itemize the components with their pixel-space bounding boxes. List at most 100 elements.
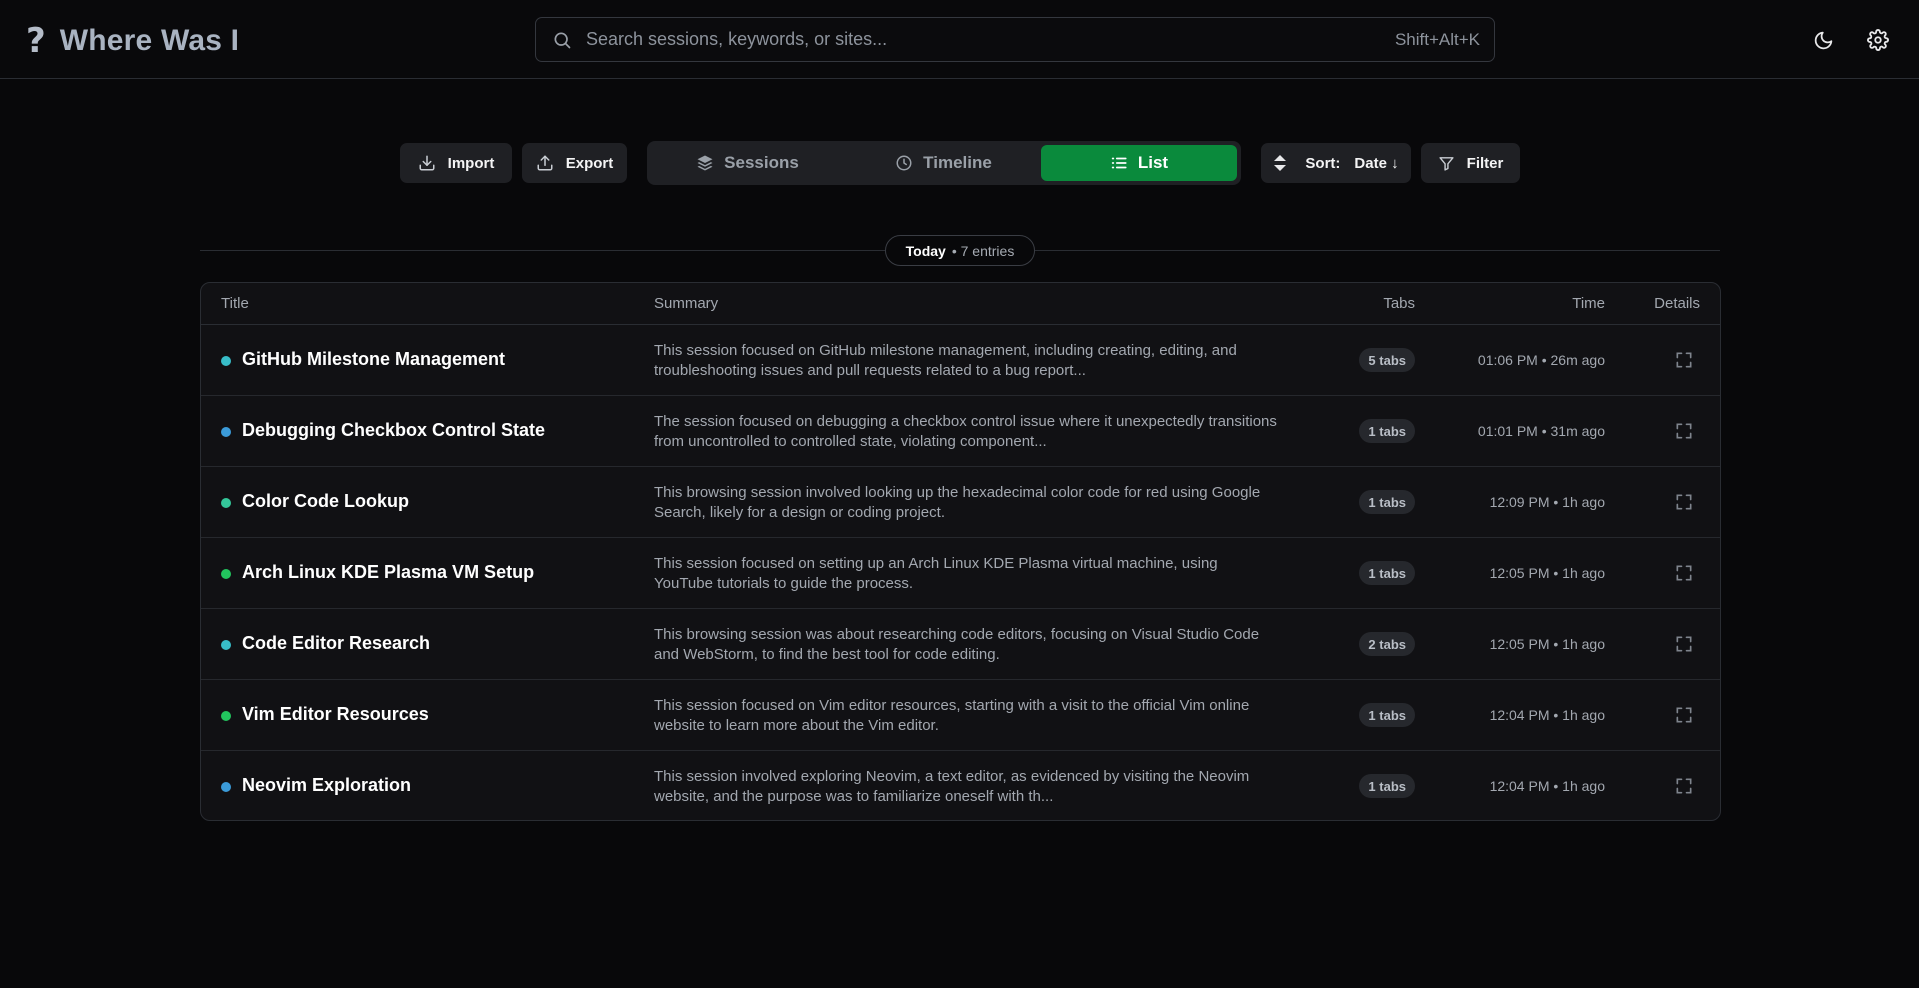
view-tab-list[interactable]: List (1041, 145, 1237, 181)
table-row[interactable]: Vim Editor Resources This session focuse… (201, 680, 1720, 751)
sort-button[interactable]: Sort: Date ↓ (1261, 143, 1411, 183)
column-tabs: Tabs (1383, 295, 1415, 312)
gear-icon (1867, 29, 1889, 51)
session-summary: This browsing session was about research… (654, 626, 1260, 663)
column-summary: Summary (654, 295, 719, 312)
sort-label: Sort: (1305, 154, 1341, 172)
view-tab-timeline[interactable]: Timeline (847, 145, 1040, 181)
app-header: ? Where Was I Shift+Alt+K (0, 0, 1919, 79)
theme-toggle-button[interactable] (1808, 25, 1838, 55)
import-button[interactable]: Import (400, 143, 512, 183)
filter-icon (1439, 156, 1454, 171)
expand-icon (1676, 778, 1692, 794)
session-color-dot (221, 498, 231, 508)
clock-icon (896, 155, 912, 171)
import-label: Import (447, 154, 495, 172)
expand-icon (1676, 707, 1692, 723)
table-header: Title Summary Tabs Time Details (201, 283, 1720, 325)
view-switcher: Sessions Timeline List (647, 141, 1241, 185)
export-button[interactable]: Export (522, 143, 627, 183)
session-time: 01:06 PM • 26m ago (1477, 352, 1605, 368)
expand-icon (1676, 352, 1692, 368)
view-tab-label: Timeline (923, 153, 992, 172)
session-color-dot (221, 356, 231, 366)
table-row[interactable]: Neovim Exploration This session involved… (201, 751, 1720, 820)
table-row[interactable]: GitHub Milestone Management This session… (201, 325, 1720, 396)
layers-icon (697, 155, 713, 171)
expand-icon (1676, 423, 1692, 439)
tabs-count-badge: 2 tabs (1359, 632, 1415, 656)
app-title: Where Was I (59, 24, 240, 57)
view-tab-label: Sessions (724, 153, 799, 172)
session-time: 12:05 PM • 1h ago (1489, 636, 1605, 652)
session-title[interactable]: Debugging Checkbox Control State (242, 420, 545, 441)
column-title: Title (221, 295, 249, 312)
session-summary: This session focused on setting up an Ar… (654, 555, 1218, 592)
tabs-count-badge: 1 tabs (1359, 419, 1415, 443)
session-time: 01:01 PM • 31m ago (1477, 423, 1605, 439)
session-summary: This browsing session involved looking u… (654, 484, 1261, 521)
session-time: 12:05 PM • 1h ago (1489, 565, 1605, 581)
settings-button[interactable] (1863, 25, 1893, 55)
expand-icon (1676, 494, 1692, 510)
session-color-dot (221, 711, 231, 721)
session-color-dot (221, 427, 231, 437)
view-tab-sessions[interactable]: Sessions (651, 145, 844, 181)
expand-details-button[interactable] (1674, 350, 1694, 370)
date-group-pill: Today • 7 entries (885, 235, 1035, 266)
upload-icon (537, 155, 553, 171)
question-mark-icon: ? (26, 21, 46, 61)
session-color-dot (221, 640, 231, 650)
tabs-count-badge: 1 tabs (1359, 561, 1415, 585)
search-shortcut-hint: Shift+Alt+K (1394, 29, 1480, 49)
session-color-dot (221, 782, 231, 792)
search-bar[interactable]: Shift+Alt+K (535, 17, 1495, 62)
search-icon (554, 32, 571, 48)
expand-details-button[interactable] (1674, 563, 1694, 583)
session-summary: This session focused on Vim editor resou… (654, 697, 1250, 734)
tabs-count-badge: 1 tabs (1359, 774, 1415, 798)
session-title[interactable]: Code Editor Research (242, 633, 430, 654)
table-row[interactable]: Arch Linux KDE Plasma VM Setup This sess… (201, 538, 1720, 609)
export-label: Export (565, 154, 614, 172)
session-time: 12:04 PM • 1h ago (1489, 707, 1605, 723)
table-row[interactable]: Color Code Lookup This browsing session … (201, 467, 1720, 538)
expand-details-button[interactable] (1674, 492, 1694, 512)
app-logo: ? Where Was I (26, 22, 239, 60)
session-title[interactable]: Arch Linux KDE Plasma VM Setup (242, 562, 534, 583)
expand-icon (1676, 636, 1692, 652)
column-details: Details (1654, 295, 1700, 312)
session-title[interactable]: GitHub Milestone Management (242, 349, 505, 370)
session-summary: This session focused on GitHub milestone… (654, 342, 1237, 379)
filter-button[interactable]: Filter (1421, 143, 1520, 183)
expand-details-button[interactable] (1674, 421, 1694, 441)
expand-icon (1676, 565, 1692, 581)
table-row[interactable]: Code Editor Research This browsing sessi… (201, 609, 1720, 680)
expand-details-button[interactable] (1674, 634, 1694, 654)
session-color-dot (221, 569, 231, 579)
tabs-count-badge: 1 tabs (1359, 490, 1415, 514)
group-day: Today (905, 242, 946, 259)
group-entry-count: • 7 entries (951, 242, 1015, 259)
search-input[interactable] (586, 29, 1395, 50)
tabs-count-badge: 5 tabs (1359, 348, 1415, 372)
expand-details-button[interactable] (1674, 776, 1694, 796)
session-title[interactable]: Color Code Lookup (242, 491, 409, 512)
filter-label: Filter (1466, 154, 1504, 172)
session-summary: The session focused on debugging a check… (654, 413, 1277, 450)
sort-icon (1274, 155, 1287, 171)
session-title[interactable]: Neovim Exploration (242, 775, 411, 796)
expand-details-button[interactable] (1674, 705, 1694, 725)
view-tab-label: List (1137, 153, 1169, 172)
list-icon (1111, 157, 1127, 169)
table-row[interactable]: Debugging Checkbox Control State The ses… (201, 396, 1720, 467)
sessions-table: Title Summary Tabs Time Details GitHub M… (200, 282, 1721, 821)
session-title[interactable]: Vim Editor Resources (242, 704, 429, 725)
session-time: 12:09 PM • 1h ago (1489, 494, 1605, 510)
moon-icon (1814, 31, 1832, 49)
sort-value: Date ↓ (1354, 154, 1399, 172)
session-summary: This session involved exploring Neovim, … (654, 768, 1250, 805)
session-time: 12:04 PM • 1h ago (1489, 778, 1605, 794)
download-icon (419, 155, 435, 171)
tabs-count-badge: 1 tabs (1359, 703, 1415, 727)
